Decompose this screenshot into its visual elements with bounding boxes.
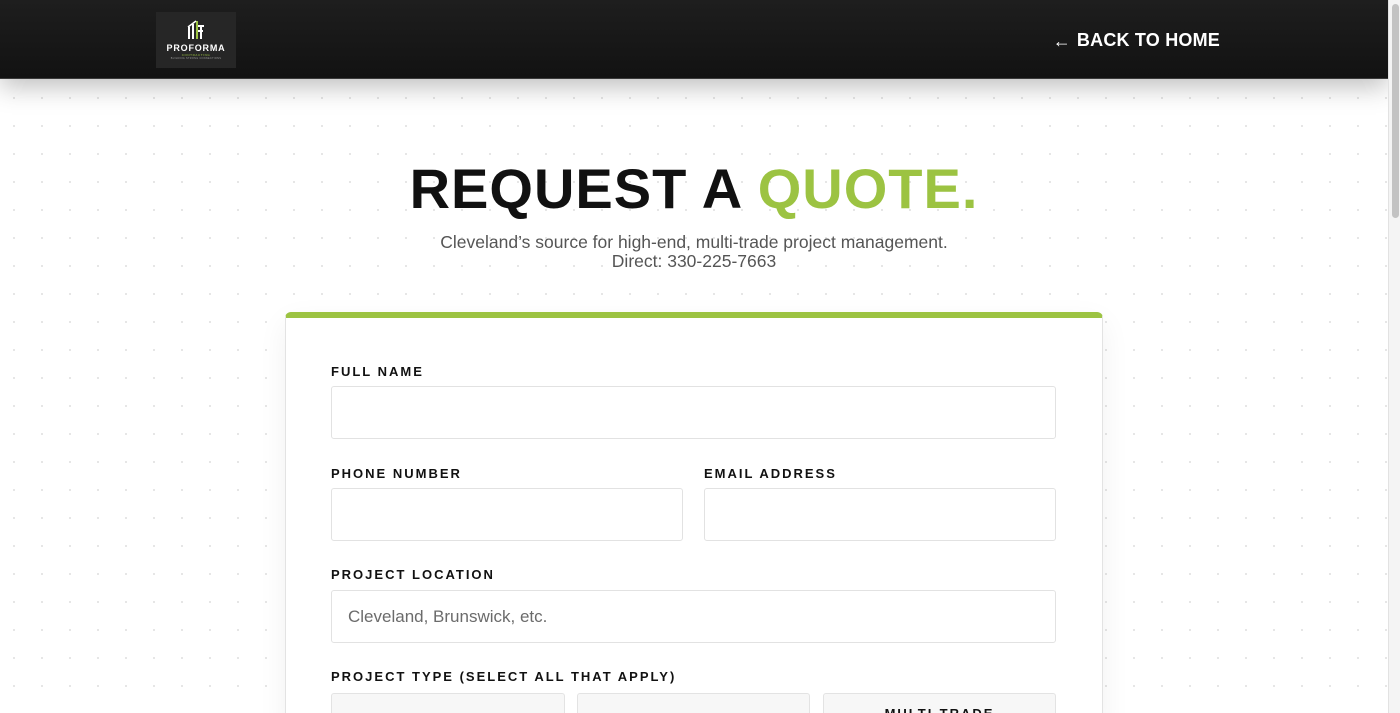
back-to-home-label: BACK TO HOME: [1076, 30, 1220, 50]
scrollbar-thumb[interactable]: [1392, 4, 1399, 218]
project-location-input[interactable]: [331, 590, 1056, 643]
email-address-label: EMAIL ADDRESS: [704, 466, 837, 481]
page-scrollbar[interactable]: [1388, 0, 1400, 713]
full-name-label: FULL NAME: [331, 364, 424, 379]
page-title: REQUEST A QUOTE.: [0, 158, 1388, 220]
full-name-input[interactable]: [331, 386, 1056, 439]
back-to-home-link[interactable]: ← BACK TO HOME: [1053, 30, 1220, 51]
project-type-option-multi-trade[interactable]: MULTI-TRADE: [823, 693, 1056, 713]
page-title-accent: QUOTE.: [757, 157, 979, 220]
site-header: PROFORMA CONTRACTING BUILDING STRONG CON…: [0, 0, 1388, 79]
building-logo-icon: [187, 20, 204, 39]
logo-wordmark: PROFORMA: [166, 43, 226, 53]
page-subtitle: Cleveland’s source for high-end, multi-t…: [0, 233, 1388, 271]
page-title-main: REQUEST A: [409, 157, 758, 220]
project-type-label: PROJECT TYPE (SELECT ALL THAT APPLY): [331, 669, 677, 684]
arrow-left-icon: ←: [1052, 30, 1071, 51]
phone-number-label: PHONE NUMBER: [331, 466, 462, 481]
project-type-option-2[interactable]: [577, 693, 810, 713]
subtitle-tagline: Cleveland’s source for high-end, multi-t…: [440, 232, 948, 252]
logo-tagline: BUILDING STRONG CONNECTIONS: [170, 57, 222, 60]
subtitle-phone: Direct: 330-225-7663: [611, 251, 777, 271]
phone-number-input[interactable]: [331, 488, 683, 541]
proforma-logo[interactable]: PROFORMA CONTRACTING BUILDING STRONG CON…: [156, 12, 236, 68]
email-address-input[interactable]: [704, 488, 1056, 541]
project-location-label: PROJECT LOCATION: [331, 567, 495, 582]
project-type-option-1[interactable]: [331, 693, 565, 713]
